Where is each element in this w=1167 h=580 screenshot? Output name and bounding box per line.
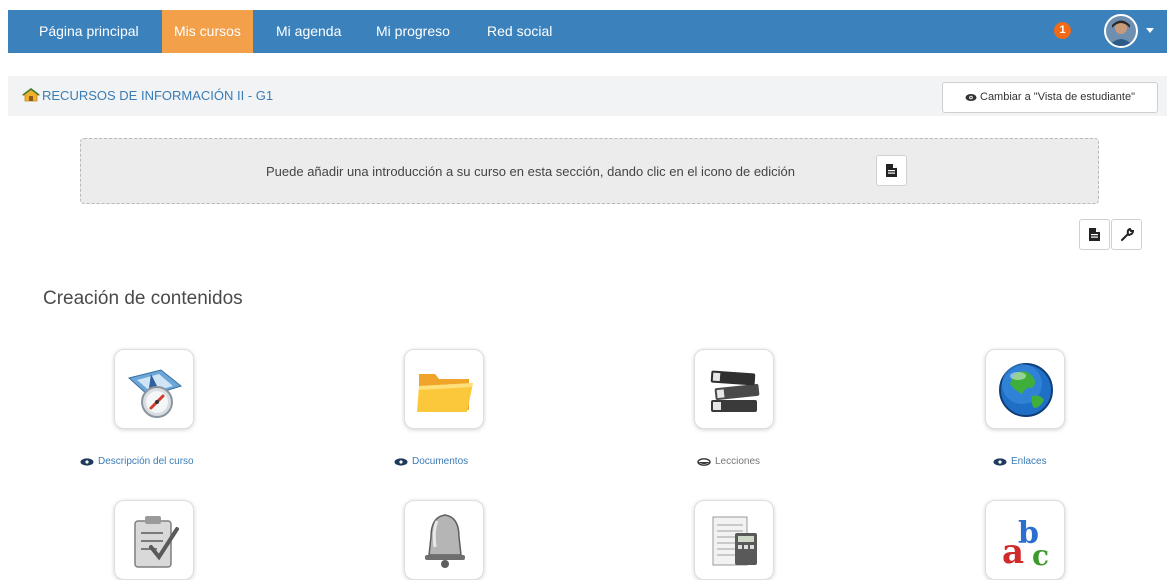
- tool-label-text: Documentos: [412, 456, 469, 467]
- tool-label-text: Descripción del curso: [98, 456, 194, 467]
- bell-icon: [425, 514, 465, 568]
- eye-icon: [80, 458, 94, 466]
- tool-label-course-description[interactable]: Descripción del curso: [80, 456, 194, 470]
- intro-edit-button[interactable]: [876, 155, 907, 186]
- tool-label-lessons[interactable]: Lecciones: [697, 456, 760, 470]
- tool-label-text: Enlaces: [1011, 456, 1047, 467]
- tool-gradebook[interactable]: [694, 500, 774, 580]
- abc-glossary-icon: a b c: [1002, 516, 1049, 572]
- calculator-icon: [712, 516, 757, 566]
- course-intro-box: Puede añadir una introducción a su curso…: [80, 138, 1099, 204]
- notification-badge[interactable]: 1: [1054, 22, 1071, 39]
- books-icon: [710, 370, 760, 412]
- nav-item-progress[interactable]: Mi progreso: [364, 10, 462, 53]
- top-navbar: Página principal Mis cursos Mi agenda Mi…: [8, 10, 1167, 53]
- folder-icon: [417, 374, 473, 412]
- edit-section-button[interactable]: [1079, 219, 1110, 250]
- nav-item-agenda[interactable]: Mi agenda: [264, 10, 353, 53]
- student-view-button[interactable]: Cambiar a "Vista de estudiante": [942, 82, 1158, 113]
- globe-icon: [999, 363, 1053, 417]
- document-edit-icon: [886, 164, 897, 177]
- nav-item-social-network[interactable]: Red social: [475, 10, 564, 53]
- student-view-label: Cambiar a "Vista de estudiante": [980, 91, 1135, 103]
- tool-announcements[interactable]: [404, 500, 484, 580]
- eye-icon: [394, 458, 408, 466]
- tests-clipboard-icon: [134, 516, 179, 568]
- nav-item-my-courses[interactable]: Mis cursos: [162, 10, 253, 53]
- svg-text:c: c: [1032, 539, 1049, 572]
- tool-tests[interactable]: [114, 500, 194, 580]
- breadcrumb[interactable]: RECURSOS DE INFORMACIÓN II - G1: [22, 76, 273, 116]
- wrench-icon: [1121, 228, 1134, 241]
- avatar[interactable]: [1104, 14, 1138, 48]
- tool-label-links[interactable]: Enlaces: [993, 456, 1047, 470]
- home-icon: [22, 88, 40, 102]
- tool-links[interactable]: [985, 349, 1065, 429]
- tool-glossary[interactable]: a b c: [985, 500, 1065, 580]
- tool-lessons[interactable]: [694, 349, 774, 429]
- eye-icon: [993, 458, 1007, 466]
- user-avatar-icon: [1106, 16, 1136, 46]
- settings-button[interactable]: [1111, 219, 1142, 250]
- section-title: Creación de contenidos: [43, 288, 243, 309]
- intro-text: Puede añadir una introducción a su curso…: [266, 164, 796, 179]
- course-title-link[interactable]: RECURSOS DE INFORMACIÓN II - G1: [42, 88, 273, 103]
- eye-closed-icon: [697, 458, 711, 466]
- tool-course-description[interactable]: [114, 349, 194, 429]
- eye-icon: [965, 94, 977, 101]
- user-menu-caret-icon[interactable]: [1146, 28, 1154, 33]
- document-edit-icon: [1089, 228, 1100, 241]
- tool-label-text: Lecciones: [715, 456, 761, 467]
- course-description-icon: [127, 369, 183, 418]
- nav-item-home[interactable]: Página principal: [27, 10, 151, 53]
- tool-documents[interactable]: [404, 349, 484, 429]
- tool-label-documents[interactable]: Documentos: [394, 456, 468, 470]
